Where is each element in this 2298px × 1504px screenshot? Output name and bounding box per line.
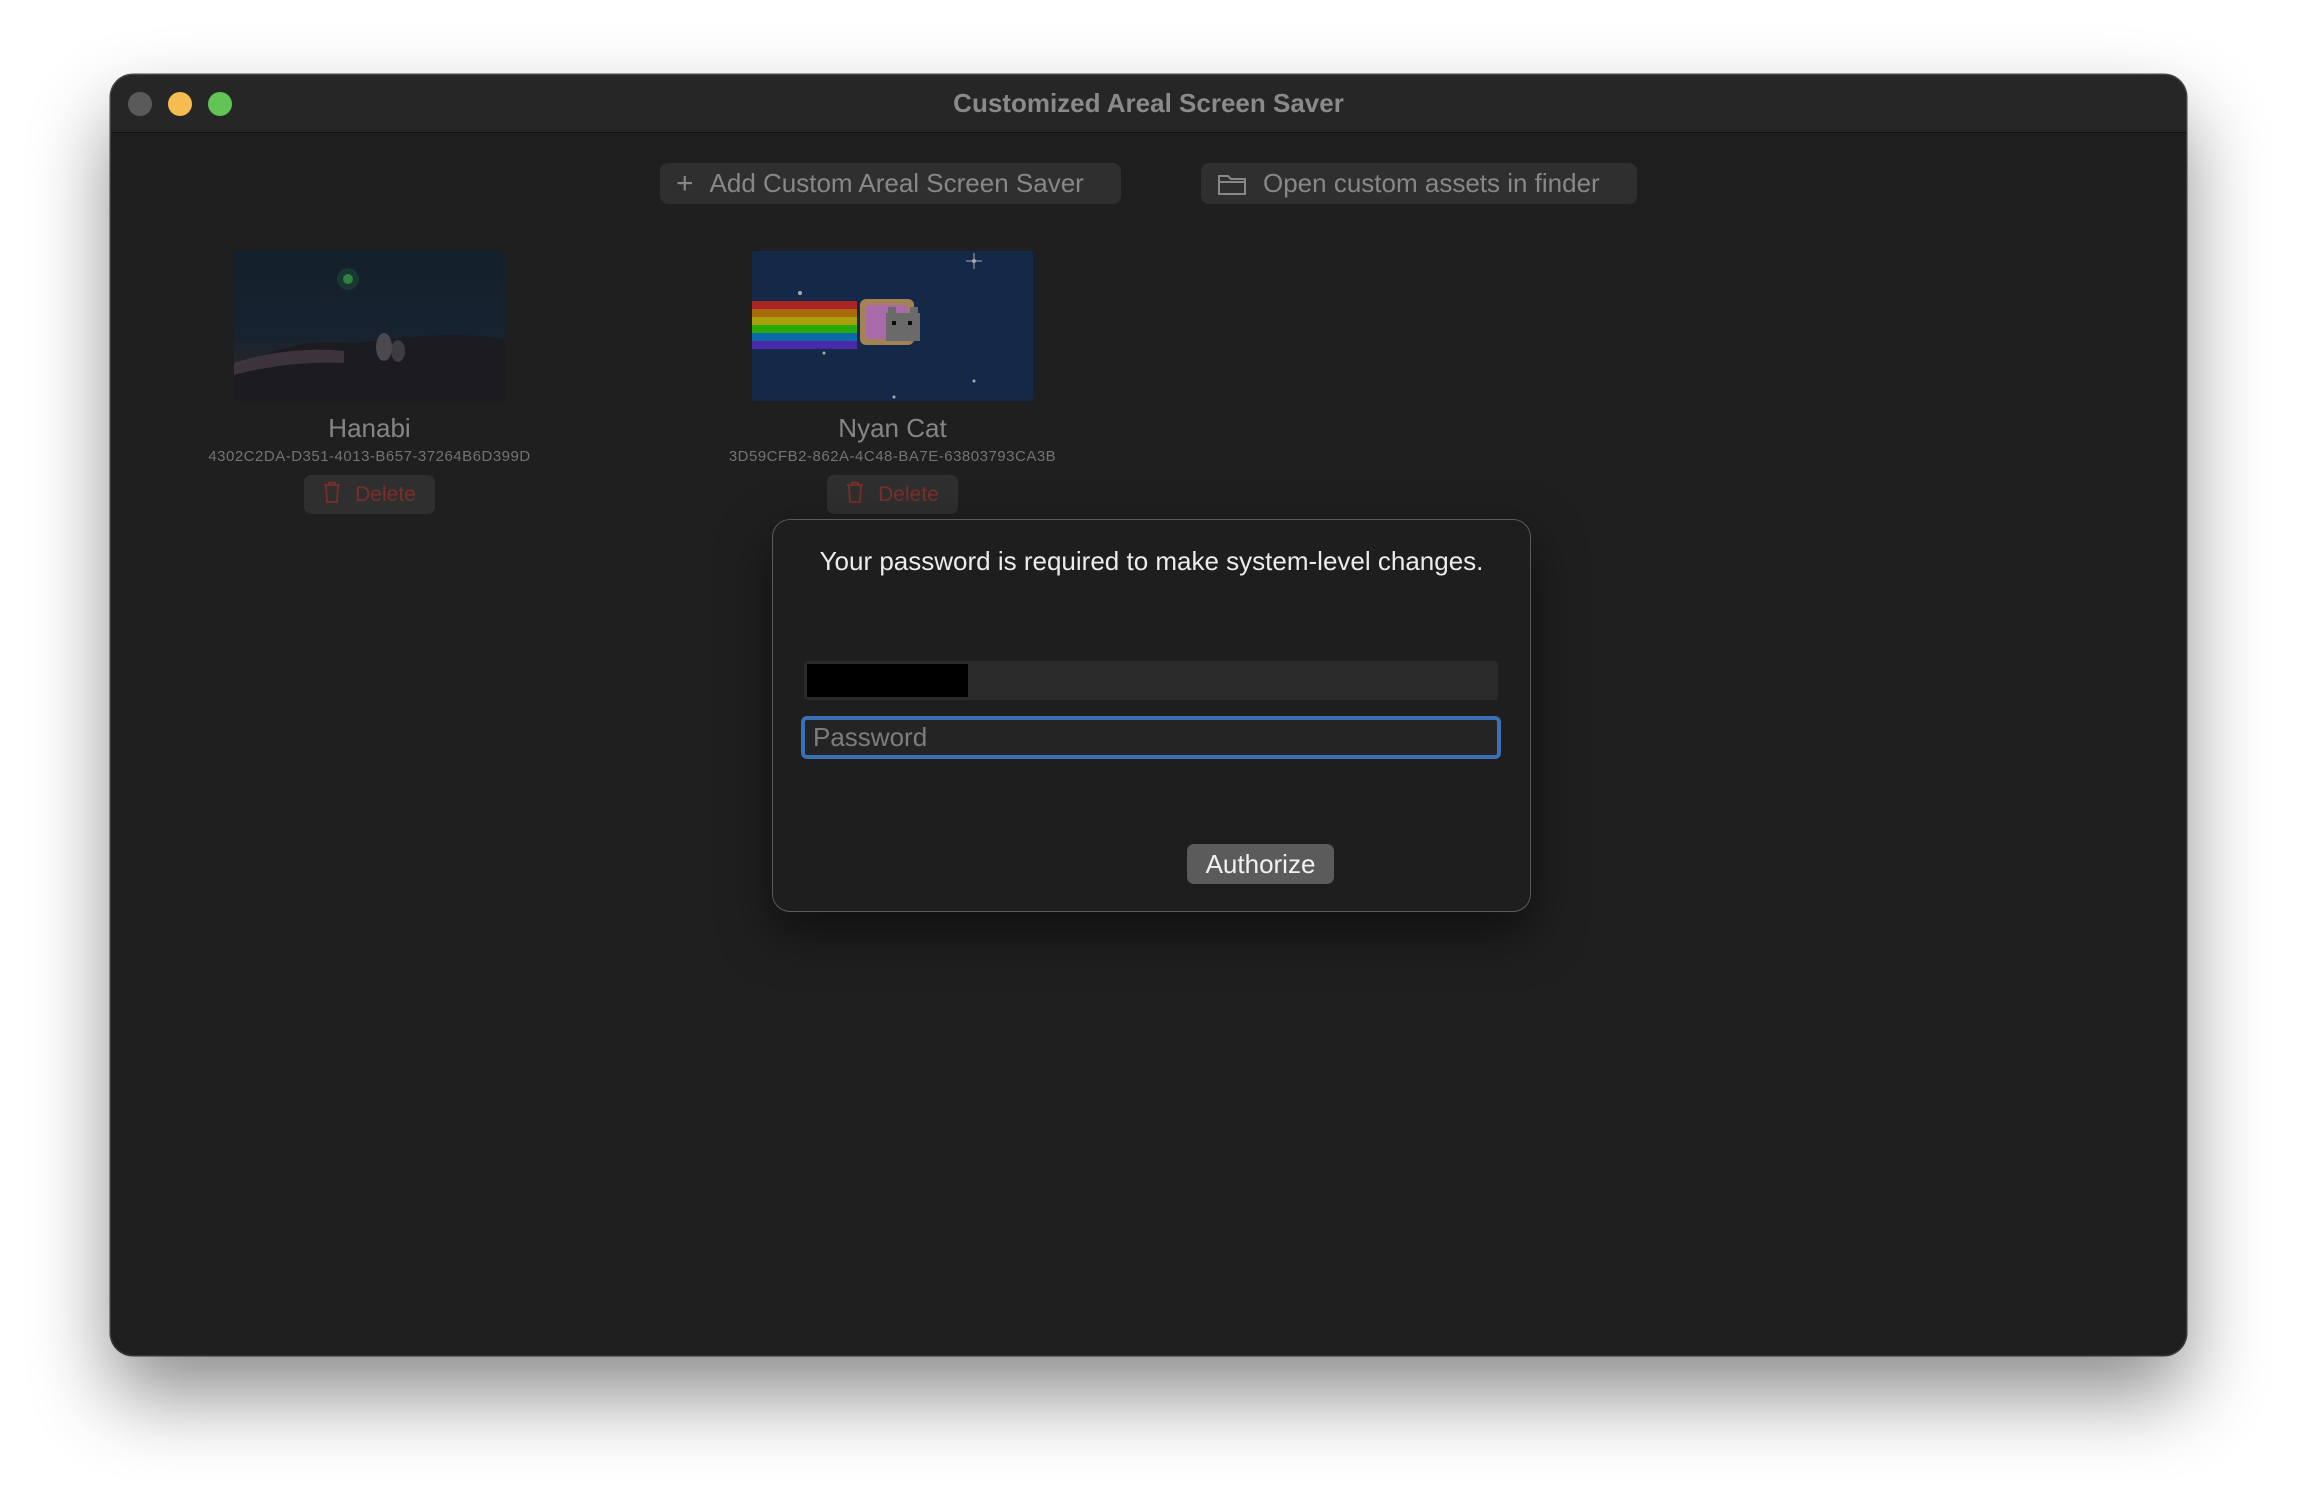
delete-label: Delete <box>355 482 416 506</box>
authorization-dialog: Your password is required to make system… <box>772 519 1531 912</box>
screensaver-id: 3D59CFB2-862A-4C48-BA7E-63803793CA3B <box>728 448 1057 465</box>
titlebar: Customized Areal Screen Saver <box>111 75 2186 133</box>
delete-button-nyan-cat[interactable]: Delete <box>827 475 958 514</box>
trash-icon <box>323 481 341 509</box>
plus-icon: + <box>676 166 694 200</box>
screensaver-card-nyan-cat: Nyan Cat 3D59CFB2-862A-4C48-BA7E-6380379… <box>699 251 1086 514</box>
window-title: Customized Areal Screen Saver <box>953 88 1344 118</box>
dialog-message: Your password is required to make system… <box>819 546 1484 576</box>
username-field[interactable] <box>804 661 1498 700</box>
redacted-username <box>807 664 968 697</box>
trash-icon <box>846 481 864 509</box>
add-screensaver-label: Add Custom Areal Screen Saver <box>709 168 1084 198</box>
screensaver-name: Nyan Cat <box>838 413 947 443</box>
delete-label: Delete <box>878 482 939 506</box>
folder-icon <box>1217 172 1247 196</box>
nyan-cat-thumbnail[interactable] <box>752 251 1033 401</box>
delete-button-hanabi[interactable]: Delete <box>304 475 435 514</box>
add-screensaver-button[interactable]: + Add Custom Areal Screen Saver <box>660 163 1121 204</box>
authorize-button[interactable]: Authorize <box>1187 844 1334 884</box>
open-finder-button[interactable]: Open custom assets in finder <box>1201 163 1637 204</box>
hanabi-thumbnail[interactable] <box>234 251 505 401</box>
screensaver-id: 4302C2DA-D351-4013-B657-37264B6D399D <box>208 448 531 465</box>
app-window: Customized Areal Screen Saver + Add Cust… <box>111 75 2186 1355</box>
screensaver-card-hanabi: Hanabi 4302C2DA-D351-4013-B657-37264B6D3… <box>177 251 562 514</box>
screensaver-name: Hanabi <box>328 413 411 443</box>
open-finder-label: Open custom assets in finder <box>1263 168 1600 198</box>
password-input[interactable] <box>801 716 1501 759</box>
